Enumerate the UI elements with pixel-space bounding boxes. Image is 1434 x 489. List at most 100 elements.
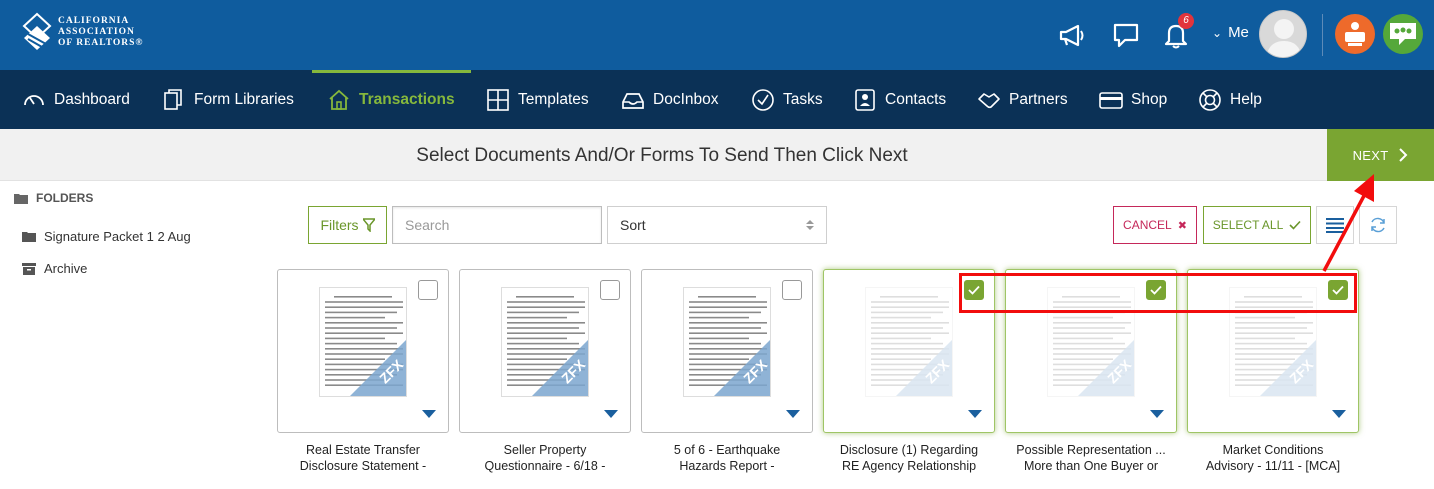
select-all-button[interactable]: SELECT ALL (1203, 206, 1311, 244)
inbox-icon (622, 92, 644, 109)
nav-partners[interactable]: Partners (977, 70, 1068, 129)
nav-form-libraries[interactable]: Form Libraries (162, 70, 294, 129)
car-logo-icon (22, 12, 52, 50)
nav-shop[interactable]: Shop (1099, 70, 1167, 129)
funnel-icon (362, 218, 375, 232)
card-menu-caret-icon[interactable] (1150, 410, 1164, 418)
list-view-button[interactable] (1316, 206, 1354, 244)
document-checkbox[interactable] (418, 280, 438, 300)
notification-badge: 6 (1178, 13, 1194, 29)
cancel-button[interactable]: CANCEL ✖ (1113, 206, 1197, 244)
document-caption-line-2: More than One Buyer or (1023, 459, 1159, 473)
document-checkbox[interactable] (600, 280, 620, 300)
document-card[interactable]: ZFX (277, 269, 449, 433)
chevron-right-icon (1399, 148, 1408, 162)
contact-card-icon (855, 88, 875, 111)
refresh-button[interactable] (1359, 206, 1397, 244)
logo-line-1: CALIFORNIA (58, 15, 130, 26)
document-caption: Real Estate Transfer Disclosure Statement… (277, 442, 449, 474)
agent-app-icon[interactable] (1335, 14, 1375, 54)
nav-dashboard[interactable]: Dashboard (22, 70, 130, 129)
folder-icon (22, 232, 36, 242)
nav-help-label: Help (1230, 90, 1262, 108)
community-app-icon[interactable] (1383, 14, 1423, 54)
document-caption-line-1: Real Estate Transfer (306, 443, 420, 457)
card-menu-caret-icon[interactable] (968, 410, 982, 418)
sort-label: Sort (620, 217, 646, 233)
sidebar-item-signature-packet[interactable]: Signature Packet 1 2 Aug (22, 229, 191, 244)
group-chat-icon (1390, 23, 1416, 45)
nav-tasks[interactable]: Tasks (751, 70, 823, 129)
document-card[interactable]: ZFX (641, 269, 813, 433)
handshake-icon (978, 92, 1000, 108)
gauge-icon (24, 94, 44, 105)
nav-transactions-label: Transactions (359, 90, 455, 108)
nav-tasks-label: Tasks (783, 90, 823, 108)
check-circle-icon (752, 88, 774, 111)
nav-transactions[interactable]: Transactions (327, 70, 455, 129)
logo-line-2: ASSOCIATION (58, 26, 135, 37)
document-card[interactable]: ZFX (459, 269, 631, 433)
me-label: Me (1228, 24, 1249, 41)
megaphone-icon[interactable] (1057, 20, 1087, 50)
document-thumbnail: ZFX (501, 287, 589, 397)
document-caption-line-2: Disclosure Statement - (299, 459, 427, 473)
page-title: Select Documents And/Or Forms To Send Th… (416, 145, 908, 166)
nav-docinbox[interactable]: DocInbox (621, 70, 718, 129)
document-checkbox[interactable] (782, 280, 802, 300)
house-icon (329, 89, 349, 110)
sidebar-item-archive[interactable]: Archive (22, 261, 87, 276)
main-nav: Dashboard Form Libraries Transactions Te… (0, 70, 1434, 129)
document-caption-line-2: Questionnaire - 6/18 - (484, 459, 606, 473)
nav-templates-label: Templates (518, 90, 589, 108)
car-logo[interactable]: CALIFORNIA ASSOCIATION OF REALTORS® (22, 12, 144, 52)
card-menu-caret-icon[interactable] (786, 410, 800, 418)
next-button[interactable]: NEXT (1327, 129, 1434, 181)
document-caption: Seller Property Questionnaire - 6/18 - (459, 442, 631, 474)
next-button-label: NEXT (1352, 147, 1389, 163)
top-header: CALIFORNIA ASSOCIATION OF REALTORS® 6 ⌄ … (0, 0, 1434, 70)
grid-icon (487, 88, 509, 111)
folders-header-label: FOLDERS (36, 191, 94, 205)
card-menu-caret-icon[interactable] (1332, 410, 1346, 418)
document-thumbnail: ZFX (865, 287, 953, 397)
document-caption: Disclosure (1) Regarding RE Agency Relati… (823, 442, 995, 474)
filters-button[interactable]: Filters (308, 206, 387, 244)
check-icon (1289, 220, 1301, 230)
nav-active-indicator (312, 70, 471, 73)
nav-form-libraries-label: Form Libraries (194, 90, 294, 108)
document-caption-line-1: Market Conditions (1222, 443, 1324, 457)
document-caption-line-1: Disclosure (1) Regarding (839, 443, 979, 457)
nav-help[interactable]: Help (1198, 70, 1262, 129)
nav-shop-label: Shop (1131, 90, 1168, 108)
nav-partners-label: Partners (1009, 90, 1068, 108)
card-menu-caret-icon[interactable] (422, 410, 436, 418)
annotation-highlight-box (959, 273, 1357, 313)
document-thumbnail: ZFX (683, 287, 771, 397)
document-caption-line-1: Seller Property (503, 443, 587, 457)
nav-contacts[interactable]: Contacts (853, 70, 946, 129)
document-caption-line-2: Hazards Report - (679, 459, 775, 473)
documents-icon (164, 88, 182, 110)
nav-templates[interactable]: Templates (486, 70, 589, 129)
chevron-down-icon: ⌄ (1212, 25, 1223, 40)
search-input[interactable] (392, 206, 602, 244)
folders-header: FOLDERS (14, 191, 93, 205)
me-menu[interactable]: ⌄ Me (1212, 24, 1249, 41)
sort-select[interactable]: Sort (607, 206, 827, 244)
refresh-icon (1371, 217, 1385, 233)
user-silhouette-icon (1266, 19, 1302, 57)
chat-icon[interactable] (1111, 20, 1141, 50)
credit-card-icon (1099, 91, 1123, 109)
logo-text: CALIFORNIA ASSOCIATION OF REALTORS® (58, 16, 144, 49)
document-caption-line-1: 5 of 6 - Earthquake (673, 443, 781, 457)
card-menu-caret-icon[interactable] (604, 410, 618, 418)
folder-icon (14, 193, 28, 204)
nav-contacts-label: Contacts (885, 90, 947, 108)
sidebar-item-label: Archive (44, 261, 88, 276)
document-caption: Possible Representation ... More than One… (1005, 442, 1177, 474)
select-all-label: SELECT ALL (1212, 218, 1284, 232)
close-icon: ✖ (1177, 219, 1187, 232)
avatar[interactable] (1259, 10, 1307, 58)
nav-docinbox-label: DocInbox (653, 90, 719, 108)
